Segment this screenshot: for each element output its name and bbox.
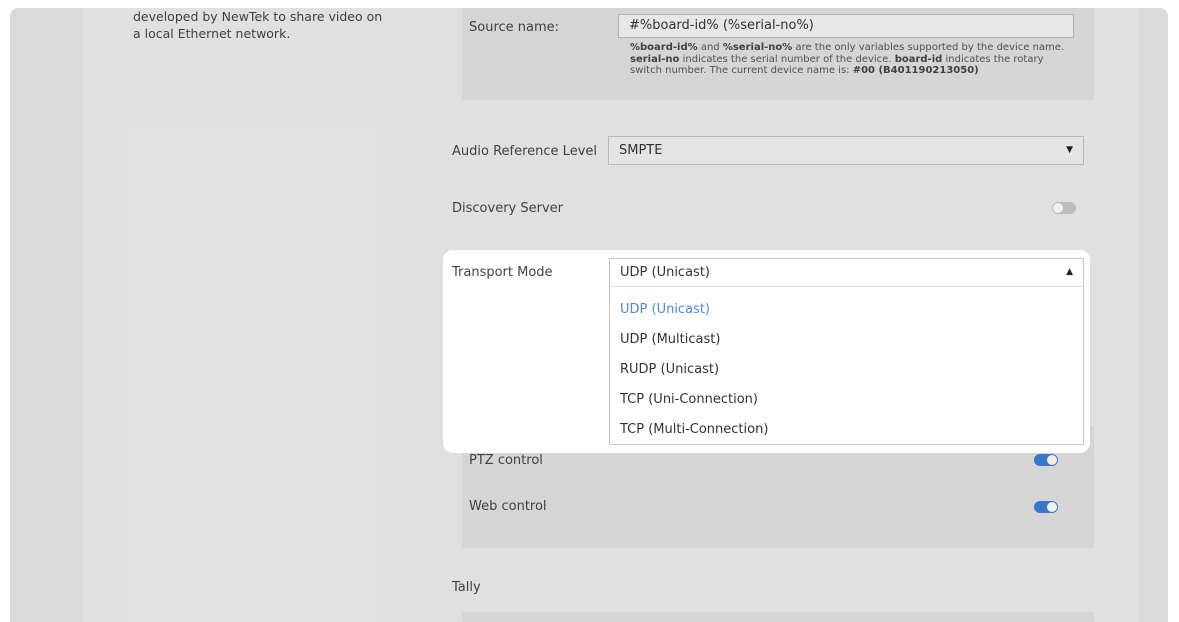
source-name-input[interactable]: #%board-id% (%serial-no%) bbox=[618, 14, 1074, 38]
toggle-knob bbox=[1047, 455, 1057, 465]
option-rudp-unicast[interactable]: RUDP (Unicast) bbox=[620, 362, 719, 377]
toggle-knob bbox=[1047, 502, 1057, 512]
caret-down-icon: ▼ bbox=[1066, 145, 1073, 155]
transport-mode-options: UDP (Unicast) UDP (Multicast) RUDP (Unic… bbox=[609, 287, 1084, 445]
web-control-toggle[interactable] bbox=[1034, 501, 1058, 513]
option-tcp-uni-connection[interactable]: TCP (Uni-Connection) bbox=[620, 392, 758, 407]
help-var-board-id: %board-id% bbox=[630, 42, 698, 53]
ptz-control-label: PTZ control bbox=[469, 453, 543, 468]
option-tcp-multi-connection[interactable]: TCP (Multi-Connection) bbox=[620, 422, 768, 437]
transport-mode-label: Transport Mode bbox=[452, 265, 553, 280]
discovery-server-toggle[interactable] bbox=[1052, 202, 1076, 214]
audio-reference-level-label: Audio Reference Level bbox=[452, 144, 597, 159]
option-udp-unicast[interactable]: UDP (Unicast) bbox=[620, 302, 710, 317]
help-text: are the only variables supported by the … bbox=[792, 42, 1065, 53]
current-device-name: #00 (B401190213050) bbox=[852, 65, 979, 76]
discovery-server-label: Discovery Server bbox=[452, 201, 563, 216]
tally-group bbox=[462, 612, 1094, 622]
help-text: and bbox=[697, 42, 723, 53]
source-name-label: Source name: bbox=[469, 20, 560, 35]
section-description: developed by NewTek to share video on a … bbox=[133, 9, 383, 41]
source-name-help: %board-id% and %serial-no% are the only … bbox=[630, 42, 1070, 77]
tally-section-title: Tally bbox=[452, 580, 481, 595]
audio-reference-level-value: SMPTE bbox=[619, 143, 663, 158]
caret-up-icon: ▲ bbox=[1066, 267, 1073, 277]
web-control-label: Web control bbox=[469, 499, 547, 514]
help-board-id: board-id bbox=[894, 53, 943, 65]
transport-mode-value: UDP (Unicast) bbox=[620, 265, 710, 280]
audio-reference-level-select[interactable]: SMPTE ▼ bbox=[608, 136, 1084, 165]
toggle-knob bbox=[1053, 203, 1063, 213]
help-text: indicates the serial number of the devic… bbox=[679, 53, 895, 65]
help-var-serial-no: %serial-no% bbox=[722, 42, 793, 53]
transport-mode-select[interactable]: UDP (Unicast) ▲ bbox=[609, 258, 1084, 287]
option-udp-multicast[interactable]: UDP (Multicast) bbox=[620, 332, 720, 347]
help-serial-no: serial-no bbox=[630, 53, 680, 65]
ptz-control-toggle[interactable] bbox=[1034, 454, 1058, 466]
